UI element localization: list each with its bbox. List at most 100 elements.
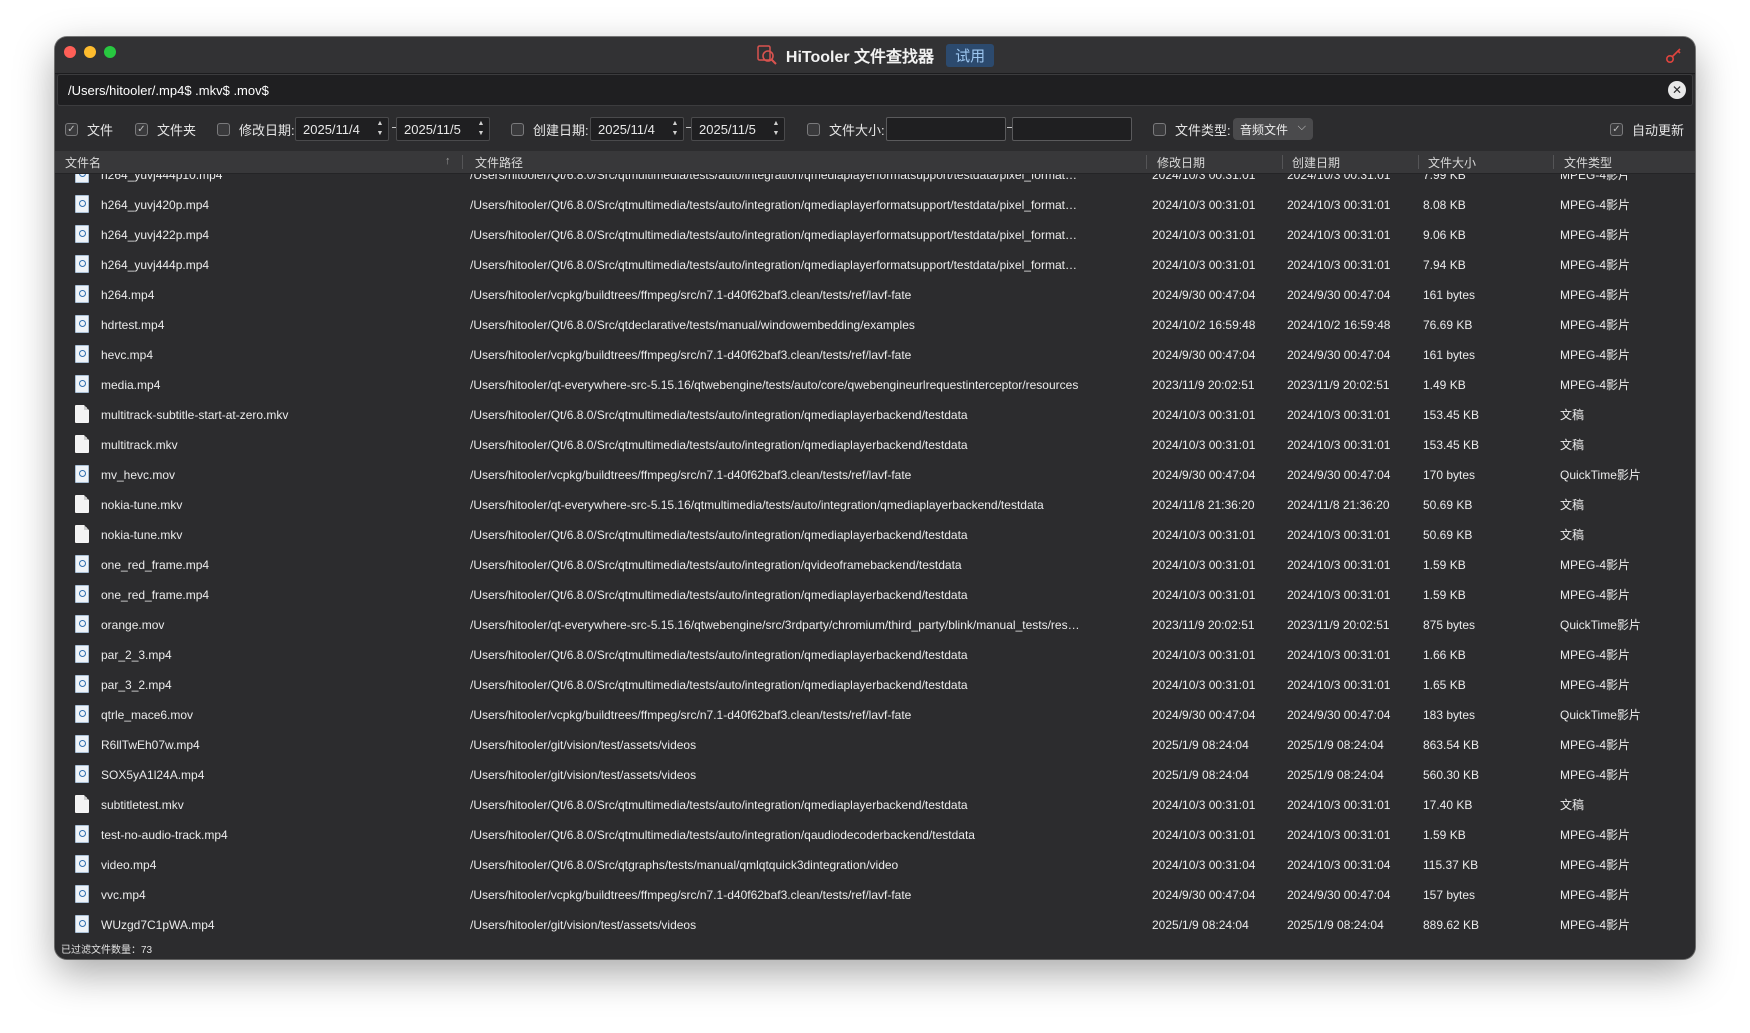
file-name: subtitletest.mkv	[101, 798, 184, 812]
key-icon[interactable]	[1665, 46, 1683, 64]
table-row[interactable]: media.mp4/Users/hitooler/qt-everywhere-s…	[55, 370, 1695, 400]
table-row[interactable]: qtrle_mace6.mov/Users/hitooler/vcpkg/bui…	[55, 700, 1695, 730]
stepper-down-icon[interactable]: ▼	[478, 129, 485, 139]
table-row[interactable]: subtitletest.mkv/Users/hitooler/Qt/6.8.0…	[55, 790, 1695, 820]
filter-file-size[interactable]: 文件大小:	[807, 107, 885, 151]
created-date: 2024/10/3 00:31:01	[1287, 828, 1391, 842]
date-stepper[interactable]: ▲ ▼	[475, 119, 487, 139]
clear-search-button[interactable]: ✕	[1668, 81, 1686, 99]
table-row[interactable]: nokia-tune.mkv/Users/hitooler/Qt/6.8.0/S…	[55, 520, 1695, 550]
table-row[interactable]: par_3_2.mp4/Users/hitooler/Qt/6.8.0/Src/…	[55, 670, 1695, 700]
filter-created-date[interactable]: 创建日期:	[511, 107, 589, 151]
file-type-label: 文件类型:	[1175, 122, 1231, 138]
app-window: HiTooler 文件查找器 试用 ✕ ✓ 文件 ✓ 文件夹 修改日期: 202…	[55, 37, 1695, 959]
file-type: MPEG-4影片	[1560, 828, 1631, 842]
sort-ascending-icon[interactable]: ↑	[445, 155, 451, 167]
column-header-created[interactable]: 创建日期	[1292, 151, 1340, 173]
modified-to-date-field[interactable]: 2025/11/5 ▲ ▼	[396, 117, 490, 141]
filter-modified-date[interactable]: 修改日期:	[217, 107, 295, 151]
file-checkbox[interactable]: ✓	[65, 122, 78, 136]
file-type: QuickTime影片	[1560, 708, 1641, 722]
table-row[interactable]: one_red_frame.mp4/Users/hitooler/Qt/6.8.…	[55, 580, 1695, 610]
table-row[interactable]: nokia-tune.mkv/Users/hitooler/qt-everywh…	[55, 490, 1695, 520]
table-row[interactable]: WUzgd7C1pWA.mp4/Users/hitooler/git/visio…	[55, 910, 1695, 940]
stepper-up-icon[interactable]: ▲	[672, 119, 679, 129]
table-row[interactable]: hdrtest.mp4/Users/hitooler/Qt/6.8.0/Src/…	[55, 310, 1695, 340]
table-row[interactable]: h264_yuvj420p.mp4/Users/hitooler/Qt/6.8.…	[55, 190, 1695, 220]
filter-file-type[interactable]: 文件类型:	[1153, 107, 1231, 151]
column-divider[interactable]	[1418, 155, 1419, 169]
column-divider[interactable]	[1553, 155, 1554, 169]
auto-update-checkbox[interactable]: ✓	[1610, 122, 1623, 136]
column-divider[interactable]	[462, 155, 463, 169]
created-date-checkbox[interactable]	[511, 122, 524, 136]
stepper-down-icon[interactable]: ▼	[377, 129, 384, 139]
file-name: h264_yuvj420p.mp4	[101, 198, 210, 212]
file-size-label: 文件大小:	[829, 122, 885, 138]
date-stepper[interactable]: ▲ ▼	[669, 119, 681, 139]
table-row[interactable]: h264_yuvj444p10.mp4/Users/hitooler/Qt/6.…	[55, 174, 1695, 190]
file-size: 115.37 KB	[1423, 858, 1479, 872]
filter-file[interactable]: ✓ 文件	[65, 107, 113, 151]
file-type-select[interactable]: 音频文件 ⌵	[1233, 118, 1313, 140]
file-size-checkbox[interactable]	[807, 122, 820, 136]
file-path: /Users/hitooler/git/vision/test/assets/v…	[470, 738, 697, 752]
date-stepper[interactable]: ▲ ▼	[770, 119, 782, 139]
file-type: MPEG-4影片	[1560, 378, 1631, 392]
table-row[interactable]: h264.mp4/Users/hitooler/vcpkg/buildtrees…	[55, 280, 1695, 310]
table-row[interactable]: vvc.mp4/Users/hitooler/vcpkg/buildtrees/…	[55, 880, 1695, 910]
modified-date-checkbox[interactable]	[217, 122, 230, 136]
table-row[interactable]: SOX5yA1l24A.mp4/Users/hitooler/git/visio…	[55, 760, 1695, 790]
column-header-path[interactable]: 文件路径	[475, 151, 523, 173]
table-row[interactable]: R6llTwEh07w.mp4/Users/hitooler/git/visio…	[55, 730, 1695, 760]
stepper-down-icon[interactable]: ▼	[773, 129, 780, 139]
stepper-up-icon[interactable]: ▲	[773, 119, 780, 129]
created-to-date-field[interactable]: 2025/11/5 ▲ ▼	[691, 117, 785, 141]
file-type: MPEG-4影片	[1560, 678, 1631, 692]
folder-checkbox[interactable]: ✓	[135, 122, 148, 136]
column-type-label: 文件类型	[1564, 155, 1613, 170]
filter-folder[interactable]: ✓ 文件夹	[135, 107, 196, 151]
date-stepper[interactable]: ▲ ▼	[374, 119, 386, 139]
column-header-name[interactable]: 文件名	[65, 151, 101, 173]
column-header-modified[interactable]: 修改日期	[1157, 151, 1205, 173]
file-type: 文稿	[1560, 498, 1585, 512]
table-row[interactable]: hevc.mp4/Users/hitooler/vcpkg/buildtrees…	[55, 340, 1695, 370]
column-divider[interactable]	[1146, 155, 1147, 169]
table-row[interactable]: video.mp4/Users/hitooler/Qt/6.8.0/Src/qt…	[55, 850, 1695, 880]
file-list[interactable]: h264_yuvj444p10.mp4/Users/hitooler/Qt/6.…	[55, 174, 1695, 951]
size-max-field[interactable]	[1012, 117, 1132, 141]
video-file-icon	[75, 735, 89, 753]
modified-date: 2024/10/3 00:31:01	[1152, 228, 1256, 242]
video-file-icon	[75, 855, 89, 873]
table-row[interactable]: h264_yuvj444p.mp4/Users/hitooler/Qt/6.8.…	[55, 250, 1695, 280]
table-row[interactable]: test-no-audio-track.mp4/Users/hitooler/Q…	[55, 820, 1695, 850]
table-row[interactable]: orange.mov/Users/hitooler/qt-everywhere-…	[55, 610, 1695, 640]
created-date: 2024/9/30 00:47:04	[1287, 708, 1391, 722]
table-row[interactable]: mv_hevc.mov/Users/hitooler/vcpkg/buildtr…	[55, 460, 1695, 490]
file-type: MPEG-4影片	[1560, 174, 1631, 182]
table-row[interactable]: one_red_frame.mp4/Users/hitooler/Qt/6.8.…	[55, 550, 1695, 580]
modified-date: 2023/11/9 20:02:51	[1152, 378, 1255, 392]
table-row[interactable]: par_2_3.mp4/Users/hitooler/Qt/6.8.0/Src/…	[55, 640, 1695, 670]
column-header-type[interactable]: 文件类型	[1564, 151, 1612, 173]
table-header: 文件名 ↑ 文件路径 修改日期 创建日期 文件大小 文件类型	[55, 151, 1695, 174]
filter-auto-update[interactable]: ✓ 自动更新	[1610, 107, 1684, 151]
created-from-date-field[interactable]: 2025/11/4 ▲ ▼	[590, 117, 684, 141]
column-header-size[interactable]: 文件大小	[1428, 151, 1476, 173]
table-row[interactable]: multitrack.mkv/Users/hitooler/Qt/6.8.0/S…	[55, 430, 1695, 460]
modified-from-date-field[interactable]: 2025/11/4 ▲ ▼	[295, 117, 389, 141]
table-row[interactable]: multitrack-subtitle-start-at-zero.mkv/Us…	[55, 400, 1695, 430]
stepper-up-icon[interactable]: ▲	[377, 119, 384, 129]
file-type: MPEG-4影片	[1560, 738, 1631, 752]
table-row[interactable]: h264_yuvj422p.mp4/Users/hitooler/Qt/6.8.…	[55, 220, 1695, 250]
file-type: 文稿	[1560, 408, 1585, 422]
stepper-down-icon[interactable]: ▼	[672, 129, 679, 139]
column-divider[interactable]	[1282, 155, 1283, 169]
file-name: vvc.mp4	[101, 888, 146, 902]
search-input[interactable]	[68, 75, 1628, 105]
file-type-checkbox[interactable]	[1153, 122, 1166, 136]
trial-badge[interactable]: 试用	[946, 43, 995, 67]
size-min-field[interactable]	[886, 117, 1006, 141]
stepper-up-icon[interactable]: ▲	[478, 119, 485, 129]
